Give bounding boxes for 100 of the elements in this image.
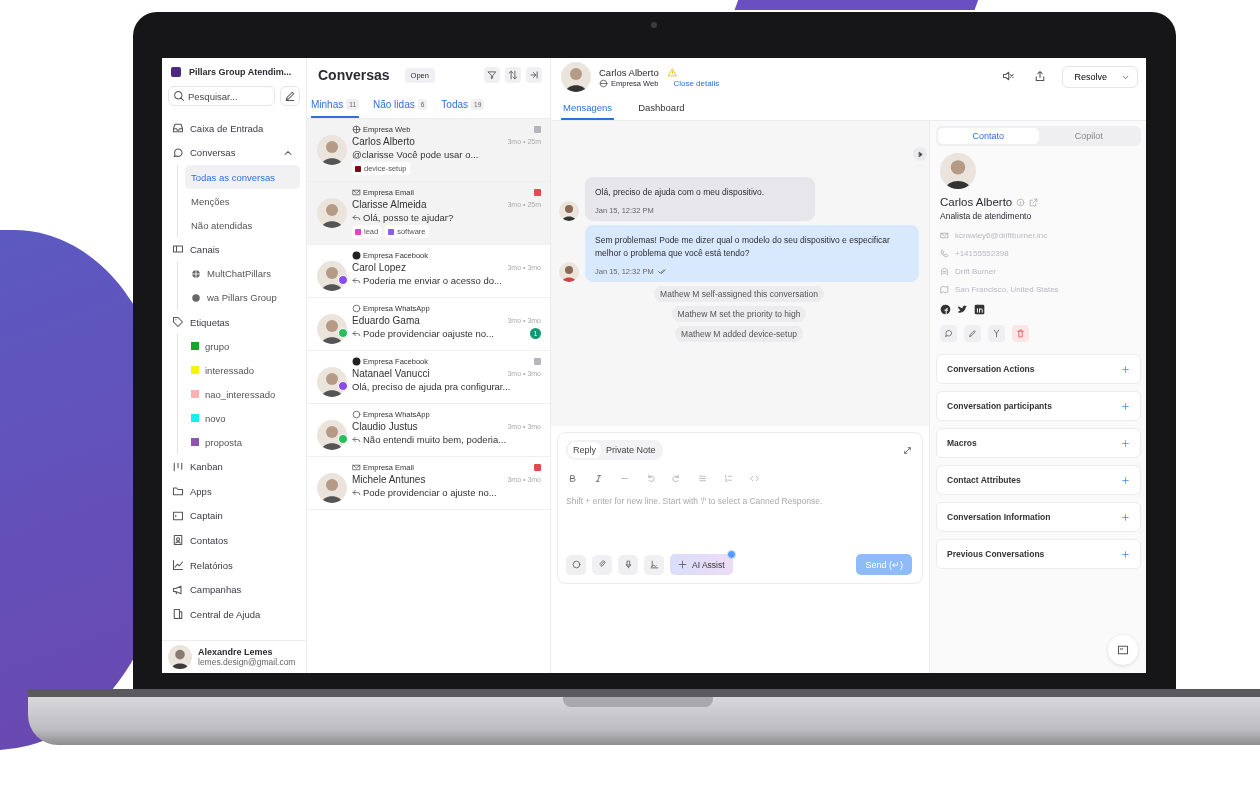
expand-icon[interactable] [903,445,912,455]
camera-icon [651,22,657,28]
tag-icon [172,316,184,329]
nav-item[interactable]: Caixa de Entrada [168,116,300,141]
avatar-icon [317,198,347,228]
bold-icon[interactable] [568,474,577,483]
avatar-icon [940,153,976,189]
message-text: Sem problemas! Pode me dizer qual o modelo do seu dispositivo e especificar melhor o problema que você está tendo? [595,234,891,259]
megaphone-icon [172,583,184,596]
accordion-section[interactable]: Conversation Actions [936,354,1141,384]
filter-button[interactable] [484,67,500,83]
redo-icon[interactable] [672,474,681,483]
undo-icon[interactable] [646,474,655,483]
label-item[interactable]: novo [185,406,300,431]
expand-panel-button[interactable] [913,147,927,161]
double-check-icon [657,266,667,276]
voice-button[interactable] [618,554,638,575]
nav-item[interactable]: Central de Ajuda [168,601,300,627]
facebook-icon[interactable] [940,304,951,315]
whatsapp-icon [352,410,361,419]
accordion-section[interactable]: Conversation Information [936,502,1141,532]
italic-icon[interactable] [594,474,603,483]
edit-button[interactable] [964,325,981,342]
nav-item[interactable]: Apps [168,478,300,504]
contact-name: Carol Lopez [352,262,406,273]
messenger-badge-icon [338,275,348,285]
search-field[interactable]: Pesquisar... [168,86,275,106]
contact-name: Clarisse Almeida [352,199,427,210]
folder-icon [172,485,184,498]
twitter-icon[interactable] [957,304,968,315]
whatsapp-badge-icon [338,434,348,444]
label-item[interactable]: proposta [185,430,300,455]
panel-tab[interactable]: Contato [938,128,1039,144]
chat-tab[interactable]: Dashboard [636,96,687,120]
reply-mode-tab[interactable]: Private Note [601,442,661,458]
close-details-link[interactable]: Close details [673,78,720,88]
contact-role: Analista de atendimento [940,211,1032,221]
contact-name: Eduardo Gama [352,315,420,326]
whatsapp-badge-icon [338,328,348,338]
message-preview: Olá, preciso de ajuda pra configurar... [352,381,511,392]
collapse-button[interactable] [526,67,542,83]
signature-button[interactable] [644,554,664,575]
external-link-icon[interactable] [1029,197,1039,207]
label-item[interactable]: interessado [185,358,300,383]
delete-button[interactable] [1012,325,1029,342]
envelope-icon [352,188,361,197]
avatar-icon [559,201,579,222]
label-item[interactable]: grupo [185,334,300,359]
linkedin-icon[interactable] [974,304,985,315]
message-preview: Não entendi muito bem, poderia... [363,434,507,445]
emoji-button[interactable] [566,554,586,575]
nav-subitem[interactable]: Todas as conversas [185,165,300,190]
window-icon [172,509,184,522]
smiley-icon [571,560,581,569]
sort-button[interactable] [505,67,521,83]
contact-name: Claudio Justus [352,421,418,432]
accordion-section[interactable]: Contact Attributes [936,465,1141,495]
plus-icon [1121,512,1130,522]
workspace-name: Pillars Group Atendim... [189,67,292,77]
columns-icon [172,460,184,473]
nav-item[interactable]: Campanhas [168,577,300,602]
message-preview: @clarisse Você pode usar o... [352,149,479,160]
label-item[interactable]: nao_interessado [185,382,300,407]
compose-button[interactable] [280,86,300,106]
accordion-section[interactable]: Conversation participants [936,391,1141,421]
info-icon[interactable] [1016,197,1026,207]
channel-item[interactable]: wa Pillars Group [185,285,300,310]
trash-icon [1016,329,1025,338]
nav-item[interactable]: Etiquetas [168,309,300,335]
book-icon [172,608,184,621]
bullet-list-icon[interactable] [698,474,707,483]
activity-note: Mathew M set the priority to high [671,305,807,322]
message-preview: Pode providenciar oajuste no... [363,328,494,339]
nav-item[interactable]: Captain [168,503,300,529]
message-preview: Poderia me enviar o acesso do... [363,275,502,286]
nav-item[interactable]: Contatos [168,528,300,553]
pencil-icon [968,329,977,338]
message-button[interactable] [940,325,957,342]
channel-item[interactable]: MultChatPillars [185,261,300,286]
attach-button[interactable] [592,554,612,575]
nav-item[interactable]: Kanban [168,454,300,479]
merge-button[interactable] [988,325,1005,342]
nav-subitem[interactable]: Não atendidas [185,213,300,238]
chat-widget-button[interactable] [1108,635,1138,665]
list-title: Conversas [318,67,390,83]
reply-mode-tab[interactable]: Reply [568,442,601,458]
avatar-icon [317,314,347,344]
resolve-button[interactable]: Resolve [1062,66,1138,88]
accordion-section[interactable]: Previous Conversations [936,539,1141,569]
nav-item[interactable]: Canais [168,237,300,262]
nav-item[interactable]: Relatórios [168,552,300,578]
nav-item[interactable]: Conversas [168,140,300,166]
search-icon [173,90,185,102]
numbered-list-icon[interactable] [724,474,733,483]
accordion-section[interactable]: Macros [936,428,1141,458]
panel-icon [172,243,184,256]
globe-icon [352,125,361,134]
code-icon[interactable] [750,474,759,483]
nav-subitem[interactable]: Menções [185,189,300,214]
contact-name: Michele Antunes [352,474,426,485]
